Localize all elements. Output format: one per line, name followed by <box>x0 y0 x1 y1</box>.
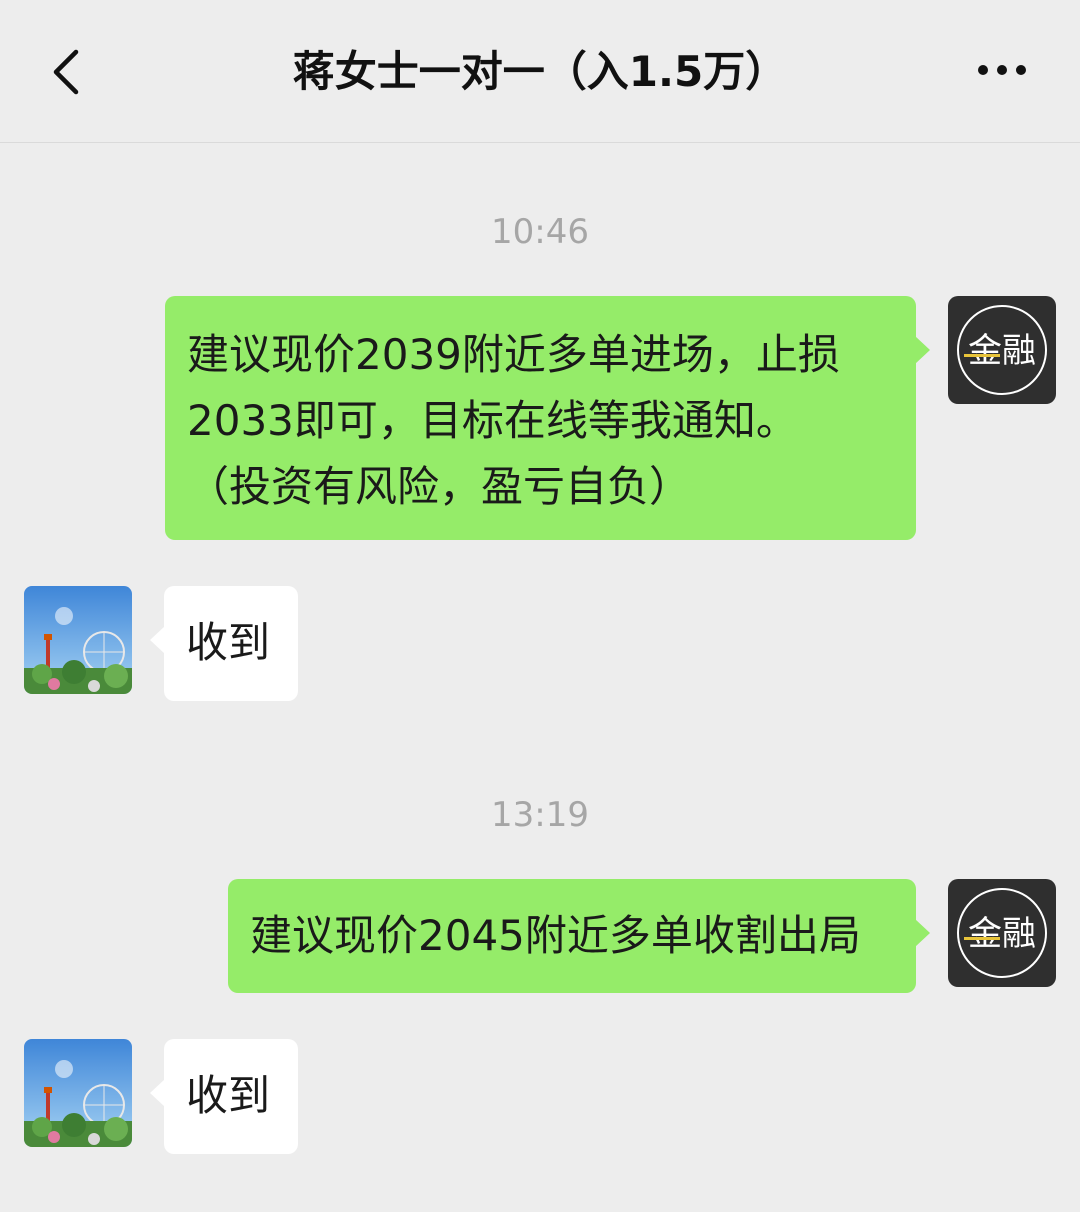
finance-logo-icon: 金融 <box>957 305 1047 395</box>
ferris-wheel-photo <box>24 586 132 694</box>
avatar-text: 金融 <box>968 331 1036 371</box>
back-button[interactable] <box>44 42 104 102</box>
message-text-line: （投资有风险，盈亏自负） <box>187 462 692 511</box>
more-dot <box>997 65 1007 75</box>
finance-logo-icon: 金融 <box>957 888 1047 978</box>
chat-header: 蒋女士一对一（入1.5万） <box>0 0 1080 143</box>
contact-avatar[interactable]: 金融 <box>948 879 1056 987</box>
avatar-text: 金融 <box>968 914 1036 954</box>
message-text-line: 收到 <box>186 618 271 667</box>
ferris-wheel-photo <box>24 1039 132 1147</box>
message-text-line: 建议现价2045附近多单收割出局 <box>250 911 861 960</box>
user-avatar[interactable] <box>24 1039 132 1147</box>
chat-title: 蒋女士一对一（入1.5万） <box>292 47 788 96</box>
message-timestamp: 10:46 <box>491 212 589 252</box>
incoming-message-bubble[interactable]: 收到 <box>150 1039 298 1154</box>
message-timestamp: 13:19 <box>491 795 589 835</box>
more-options-button[interactable] <box>968 50 1038 94</box>
outgoing-message-bubble[interactable]: 建议现价2039附近多单进场，止损 2033即可，目标在线等我通知。 （投资有风… <box>165 296 930 540</box>
message-text-line: 2033即可，目标在线等我通知。 <box>187 396 798 445</box>
chevron-left-icon <box>53 49 79 95</box>
outgoing-message-bubble[interactable]: 建议现价2045附近多单收割出局 <box>228 879 930 993</box>
contact-avatar[interactable]: 金融 <box>948 296 1056 404</box>
user-avatar[interactable] <box>24 586 132 694</box>
incoming-message-bubble[interactable]: 收到 <box>150 586 298 701</box>
more-dot <box>1016 65 1026 75</box>
message-text-line: 建议现价2039附近多单进场，止损 <box>187 330 840 379</box>
more-dots-icon <box>978 65 988 75</box>
message-text-line: 收到 <box>186 1071 271 1120</box>
